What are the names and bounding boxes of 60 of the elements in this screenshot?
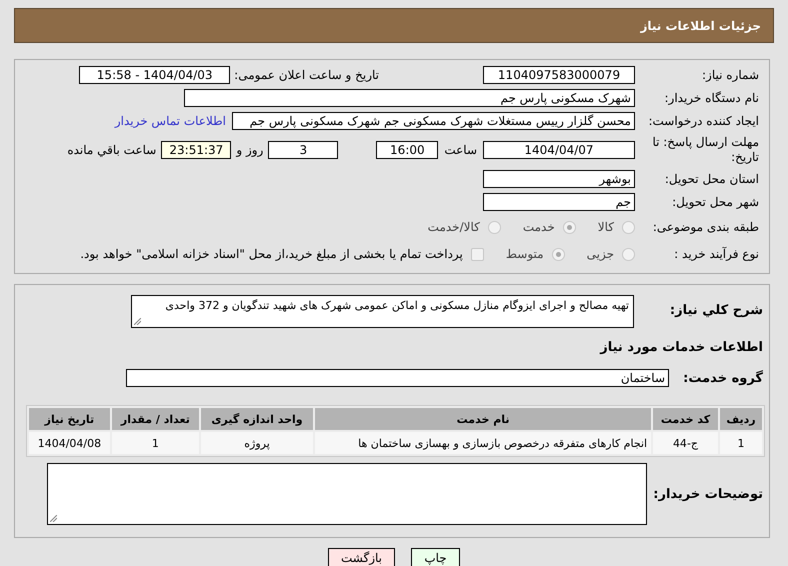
table-cell: 1 [112, 432, 199, 454]
table-cell: ج-44 [653, 432, 718, 454]
radio-label: کالا [598, 220, 614, 234]
resize-grip-icon[interactable] [50, 515, 57, 522]
field-label: شرح كلي نياز: [668, 302, 764, 318]
text-field[interactable]: ساختمان [126, 369, 669, 387]
table-cell: پروژه [200, 432, 314, 454]
text-field[interactable]: 1404/04/07 [483, 141, 635, 159]
column-header: تعداد / مقدار [112, 408, 199, 430]
radio-label: متوسط [506, 247, 544, 261]
radio-label: جزیی [586, 247, 614, 261]
print-button[interactable]: چاپ [411, 548, 460, 566]
text-field[interactable]: 16:00 [376, 141, 438, 159]
field-label: نوع فرآیند خرید : [673, 246, 760, 262]
radio-label: کالا/خدمت [428, 220, 480, 234]
field-label: گروه خدمت: [682, 370, 764, 386]
table-cell: انجام کارهای متفرقه درخصوص بازسازی و بهسازی ساختمان ها [315, 432, 652, 454]
field-label: توضیحات خریدار: [652, 486, 764, 502]
text-field[interactable]: محسن گلزار رییس مستغلات شهرک مسکونی جم شهرک مسکونی پارس جم [232, 112, 635, 130]
radio-label: خدمت [522, 220, 555, 234]
field-label: استان محل تحویل: [664, 172, 760, 186]
table-cell: 1404/04/08 [29, 432, 110, 454]
radio-button[interactable] [552, 248, 565, 260]
text-field[interactable]: 1104097583000079 [483, 66, 635, 84]
radio-button[interactable] [622, 220, 635, 234]
radio-button[interactable] [488, 220, 501, 234]
table-cell: 1 [720, 432, 762, 454]
checkbox[interactable] [470, 248, 484, 260]
section-heading: اطلاعات خدمات مورد نیاز [598, 340, 763, 355]
field-label: ساعت [444, 143, 477, 157]
text-field[interactable]: جم [483, 193, 635, 211]
text-field[interactable]: 3 [268, 141, 338, 159]
field-label: شماره نیاز: [701, 68, 760, 82]
notes-textarea[interactable] [47, 463, 647, 525]
description-textarea[interactable]: تهیه مصالح و اجرای ایزوگام منازل مسکونی و اماکن عمومی شهرک های شهید تندگویان و 372 واحدی [131, 295, 634, 328]
field-label: نام دستگاه خریدار: [664, 90, 760, 106]
back-button[interactable]: بازگشت [328, 548, 395, 566]
description-text: تهیه مصالح و اجرای ایزوگام منازل مسکونی و اماکن عمومی شهرک های شهید تندگویان و 372 واحدی [165, 299, 629, 312]
column-header: کد خدمت [653, 408, 718, 430]
column-header: ردیف [720, 408, 762, 430]
field-label: ایجاد کننده درخواست: [647, 114, 760, 128]
column-header: تاریخ نیاز [29, 408, 110, 430]
field-label: ساعت باقي مانده [67, 143, 156, 157]
field-label: روز و [236, 143, 264, 157]
radio-button[interactable] [622, 248, 635, 260]
field-label: مهلت ارسال پاسخ: تا تاریخ: [651, 135, 760, 165]
radio-button[interactable] [562, 220, 576, 234]
text-field[interactable]: 23:51:37 [161, 141, 232, 159]
buyer-contact-link[interactable]: اطلاعات تماس خریدار [114, 114, 226, 128]
field-label: شهر محل تحویل: [671, 194, 760, 210]
header-title: جزئیات اطلاعات نیاز [640, 18, 761, 32]
text-field[interactable]: شهرک مسکونی پارس جم [184, 89, 635, 107]
column-header: واحد اندازه گیری [200, 408, 314, 430]
checkbox-label: پرداخت تمام یا بخشی از مبلغ خرید،از محل "اسناد خزانه اسلامی" خواهد بود. [80, 247, 463, 261]
field-label: طبقه بندی موضوعی: [652, 220, 760, 234]
text-field[interactable]: بوشهر [483, 170, 635, 188]
column-header: نام خدمت [315, 408, 652, 430]
text-field[interactable]: 1404/04/03 - 15:58 [79, 66, 230, 84]
resize-grip-icon[interactable] [134, 318, 141, 325]
field-label: تاریخ و ساعت اعلان عمومی: [234, 68, 379, 82]
